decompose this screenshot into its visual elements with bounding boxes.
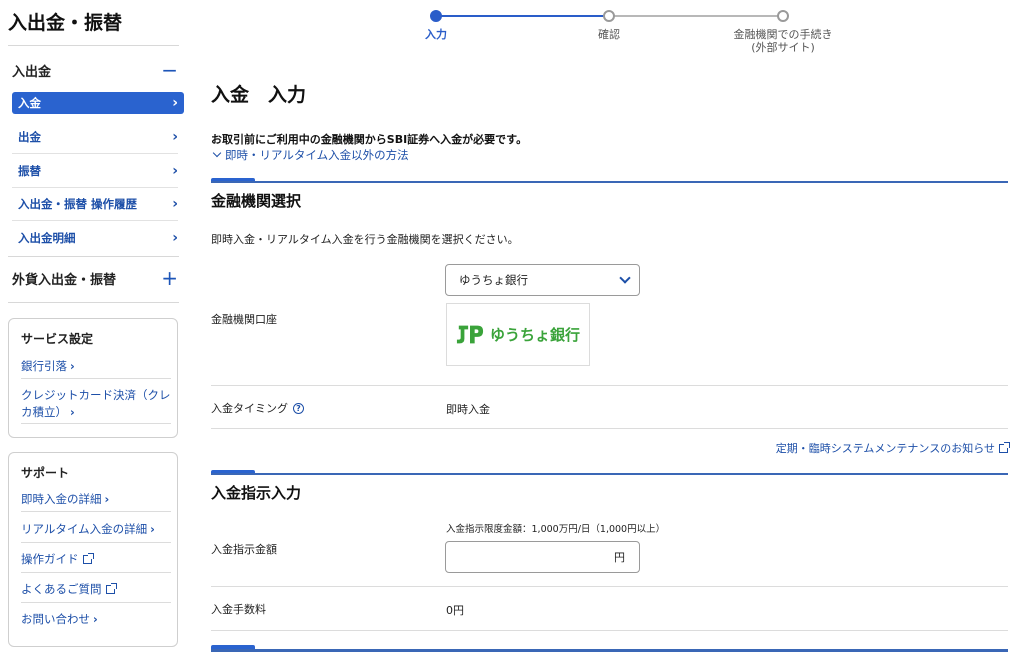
link-contact[interactable]: お問い合わせ › <box>21 611 98 628</box>
divider <box>21 423 171 424</box>
sidebar-item-label: 入出金明細 <box>18 231 76 245</box>
step-label-confirm: 確認 <box>598 28 620 41</box>
sidebar-item-label: 振替 <box>18 164 41 178</box>
divider <box>21 602 171 603</box>
bank-description: 即時入金・リアルタイム入金を行う金融機関を選択ください。 <box>211 233 519 246</box>
bank-account-label: 金融機関口座 <box>211 313 277 326</box>
external-link-icon <box>82 553 94 564</box>
service-settings-box: サービス設定 銀行引落 › クレジットカード決済（クレカ積立） › <box>8 318 178 438</box>
chevron-right-icon: › <box>172 163 178 179</box>
chevron-right-icon: › <box>70 405 75 419</box>
divider <box>12 220 178 221</box>
maintenance-notice-link[interactable]: 定期・臨時システムメンテナンスのお知らせ <box>776 440 1010 456</box>
external-link-icon <box>105 583 117 594</box>
section-divider <box>211 473 1008 475</box>
timing-label: 入金タイミング ? <box>211 400 304 416</box>
expand-icon[interactable]: + <box>161 268 178 288</box>
bank-logo: ゆうちょ銀行 <box>446 303 590 366</box>
divider <box>21 542 171 543</box>
divider <box>211 586 1008 587</box>
section-label: 外貨入出金・振替 <box>12 272 117 288</box>
step-label-input: 入力 <box>425 28 447 41</box>
amount-unit: 円 <box>614 551 625 564</box>
sidebar-item-statement[interactable]: 入出金明細 › <box>12 227 184 249</box>
sidebar-item-label: 入出金・振替 操作履歴 <box>18 197 138 211</box>
link-realtime-deposit-details[interactable]: リアルタイム入金の詳細 › <box>21 521 155 538</box>
chevron-right-icon: › <box>104 492 110 506</box>
link-bank-debit[interactable]: 銀行引落 › <box>21 358 75 375</box>
sidebar-title: 入出金・振替 <box>8 12 123 34</box>
fee-value: 0円 <box>446 604 464 617</box>
divider <box>8 256 179 257</box>
section-nyushukkin[interactable]: 入出金 − <box>12 55 178 85</box>
bank-select[interactable]: ゆうちょ銀行 <box>445 264 640 296</box>
divider <box>21 378 171 379</box>
box-title: サポート <box>21 466 70 480</box>
link-credit-card[interactable]: クレジットカード決済（クレカ積立） › <box>21 387 171 421</box>
divider <box>211 428 1008 429</box>
chevron-right-icon: › <box>150 522 155 536</box>
divider <box>21 572 171 573</box>
chevron-right-icon: › <box>70 359 75 373</box>
link-instant-deposit-details[interactable]: 即時入金の詳細 › <box>21 491 109 508</box>
collapse-icon[interactable]: − <box>161 60 178 80</box>
section-foreign-currency[interactable]: 外貨入出金・振替 + <box>12 263 178 293</box>
sidebar-item-withdrawal[interactable]: 出金 › <box>12 126 184 148</box>
chevron-right-icon: › <box>172 95 178 111</box>
link-operation-guide[interactable]: 操作ガイド <box>21 551 94 568</box>
chevron-right-icon: › <box>172 230 178 246</box>
selected-bank: ゆうちょ銀行 <box>459 273 528 287</box>
sidebar-item-label: 出金 <box>18 130 41 144</box>
section-label: 入出金 <box>12 64 52 80</box>
sidebar-item-history[interactable]: 入出金・振替 操作履歴 › <box>12 193 184 215</box>
divider <box>211 630 1008 631</box>
sidebar-item-label: 入金 <box>18 96 41 110</box>
box-title: サービス設定 <box>21 332 94 346</box>
chevron-down-icon <box>619 272 631 284</box>
divider <box>8 45 179 46</box>
jp-bank-logo-icon <box>456 325 484 343</box>
divider <box>12 187 178 188</box>
chevron-right-icon: › <box>172 129 178 145</box>
divider <box>21 511 171 512</box>
divider <box>211 385 1008 386</box>
section-divider <box>211 181 1008 183</box>
step-dot <box>603 10 615 22</box>
chevron-down-icon <box>212 148 222 158</box>
timing-value: 即時入金 <box>446 403 490 416</box>
sidebar-item-deposit[interactable]: 入金 › <box>12 92 184 114</box>
chevron-right-icon: › <box>172 196 178 212</box>
link-faq[interactable]: よくあるご質問 <box>21 581 117 598</box>
fee-label: 入金手数料 <box>211 603 266 616</box>
amount-label: 入金指示金額 <box>211 543 277 556</box>
chevron-right-icon: › <box>93 612 98 626</box>
sidebar: 入出金・振替 入出金 − 入金 › 出金 › 振替 › 入出金・振替 操作履歴 … <box>0 0 190 652</box>
page-title: 入金 入力 <box>211 84 307 106</box>
external-link-icon <box>999 442 1010 453</box>
notice-text: お取引前にご利用中の金融機関からSBI証券へ入金が必要です。 <box>211 133 528 146</box>
step-label-external: 金融機関での手続き (外部サイト) <box>733 28 833 54</box>
limit-note: 入金指示限度金額：1,000万円/日（1,000円以上） <box>446 524 666 535</box>
step-dot <box>777 10 789 22</box>
section-title-instruction: 入金指示入力 <box>211 484 302 502</box>
divider <box>12 153 178 154</box>
bank-logo-text: ゆうちょ銀行 <box>489 326 580 344</box>
other-methods-link[interactable]: 即時・リアルタイム入金以外の方法 <box>211 147 409 163</box>
divider <box>8 302 179 303</box>
sidebar-item-transfer[interactable]: 振替 › <box>12 160 184 182</box>
step-connector <box>609 15 783 17</box>
section-title-bank: 金融機関選択 <box>211 192 302 210</box>
step-dot-current <box>430 10 442 22</box>
amount-input[interactable]: 円 <box>445 541 640 573</box>
step-connector <box>436 15 609 17</box>
support-box: サポート 即時入金の詳細 › リアルタイム入金の詳細 › 操作ガイド よくあるご質問… <box>8 452 178 647</box>
help-icon[interactable]: ? <box>293 402 304 414</box>
